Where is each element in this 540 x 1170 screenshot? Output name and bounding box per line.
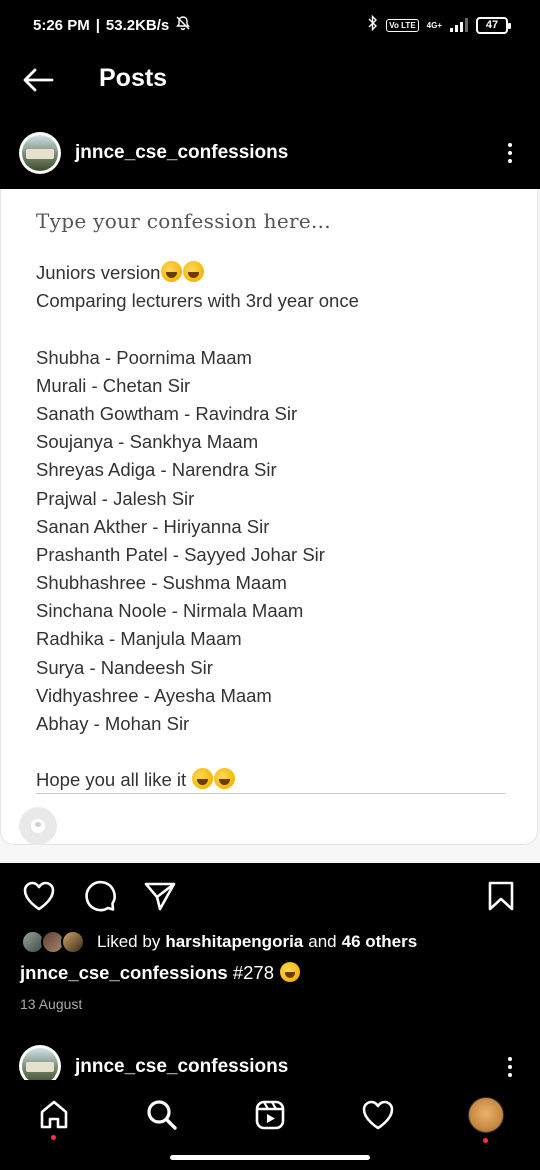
- sweat-smile-emoji-icon: [214, 768, 236, 790]
- arrow-left-icon[interactable]: [20, 64, 56, 96]
- confession-line: Prashanth Patel - Sayyed Johar Sir: [36, 543, 325, 565]
- post-image[interactable]: Type your confession here... Juniors ver…: [0, 189, 540, 863]
- confession-line: Vidhyashree - Ayesha Maam: [36, 684, 272, 706]
- confession-line: Shubhashree - Sushma Maam: [36, 572, 287, 594]
- confession-line: [36, 315, 359, 343]
- confession-line: Abhay - Mohan Sir: [36, 713, 190, 734]
- caption: jnnce_cse_confessions #278: [20, 962, 301, 984]
- likes-prefix: Liked by: [97, 932, 161, 951]
- post-actions: [0, 874, 540, 918]
- liker-username[interactable]: harshitapengoria: [165, 932, 303, 952]
- notification-dot: [51, 1135, 56, 1140]
- comment-icon[interactable]: [82, 878, 118, 914]
- search-icon[interactable]: [142, 1095, 182, 1135]
- confession-line: Prajwal - Jalesh Sir: [36, 487, 195, 509]
- home-icon[interactable]: [34, 1095, 74, 1135]
- confession-line: Comparing lecturers with 3rd year once: [36, 290, 359, 312]
- heart-icon[interactable]: [21, 878, 57, 914]
- more-vertical-icon[interactable]: [500, 1054, 520, 1080]
- confession-line: Soujanya - Sankhya Maam: [36, 431, 259, 453]
- confession-card: Type your confession here... Juniors ver…: [0, 189, 538, 845]
- confession-line: Sinchana Noole - Nirmala Maam: [36, 600, 304, 622]
- home-indicator: [170, 1155, 370, 1160]
- network-type: 4G+: [426, 20, 442, 30]
- confession-line: Surya - Nandeesh Sir: [36, 656, 213, 678]
- send-icon[interactable]: [142, 878, 178, 914]
- profile-avatar[interactable]: [466, 1095, 506, 1135]
- silent-bell-icon: [175, 15, 191, 35]
- bookmark-icon[interactable]: [483, 878, 519, 914]
- likes-others[interactable]: 46 others: [342, 932, 418, 952]
- likes-row[interactable]: Liked by harshitapengoria and 46 others: [21, 929, 417, 955]
- confession-line: Murali - Chetan Sir: [36, 374, 191, 396]
- confession-line: Shubha - Poornima Maam: [36, 346, 252, 368]
- liker-avatars: [21, 930, 89, 954]
- page-title: Posts: [99, 64, 168, 92]
- status-time: 5:26 PM: [33, 16, 90, 34]
- rofl-emoji-icon: [161, 261, 183, 282]
- notification-dot: [483, 1138, 488, 1143]
- confession-line: Shreyas Adiga - Narendra Sir: [36, 459, 277, 481]
- anonymous-user-icon: [19, 807, 57, 845]
- confession-placeholder: Type your confession here...: [36, 209, 331, 233]
- status-left: 5:26 PM | 53.2KB/s: [33, 15, 191, 35]
- post-date: 13 August: [20, 996, 83, 1012]
- caption-text: #278: [232, 962, 275, 983]
- confession-line: Juniors version: [36, 259, 359, 287]
- confession-line: Sanath Gowtham - Ravindra Sir: [36, 402, 298, 424]
- bluetooth-icon: [368, 14, 378, 35]
- caption-username[interactable]: jnnce_cse_confessions: [20, 962, 228, 983]
- more-vertical-icon[interactable]: [500, 140, 520, 166]
- reels-icon[interactable]: [250, 1095, 290, 1135]
- confession-line: Sanan Akther - Hiriyanna Sir: [36, 515, 270, 537]
- avatar[interactable]: [19, 132, 61, 174]
- rofl-emoji-icon: [192, 768, 214, 790]
- network-speed: 53.2KB/s: [105, 16, 170, 34]
- confession-line: Radhika - Manjula Maam: [36, 628, 242, 650]
- activity-heart-icon[interactable]: [358, 1095, 398, 1135]
- post-username[interactable]: jnnce_cse_confessions: [75, 142, 288, 164]
- volte-badge: Vo LTE: [386, 18, 419, 32]
- rofl-emoji-icon: [183, 261, 205, 282]
- likes-and: and: [308, 932, 337, 951]
- confession-line: [36, 738, 359, 766]
- confession-line: Hope you all like it: [36, 766, 359, 794]
- avatar: [61, 930, 85, 954]
- post-header: jnnce_cse_confessions: [0, 128, 540, 178]
- top-bar: Posts: [0, 50, 540, 110]
- status-separator: |: [95, 16, 100, 34]
- battery-icon: 47: [476, 16, 511, 34]
- divider: [36, 793, 506, 794]
- post-username[interactable]: jnnce_cse_confessions: [75, 1056, 288, 1078]
- signal-icon: [450, 18, 468, 32]
- status-bar: 5:26 PM | 53.2KB/s Vo LTE 4G+ 47: [0, 0, 540, 50]
- confession-text: Juniors version Comparing lecturers with…: [36, 259, 359, 795]
- joy-emoji-icon: [280, 962, 301, 982]
- status-right: Vo LTE 4G+ 47: [368, 14, 511, 35]
